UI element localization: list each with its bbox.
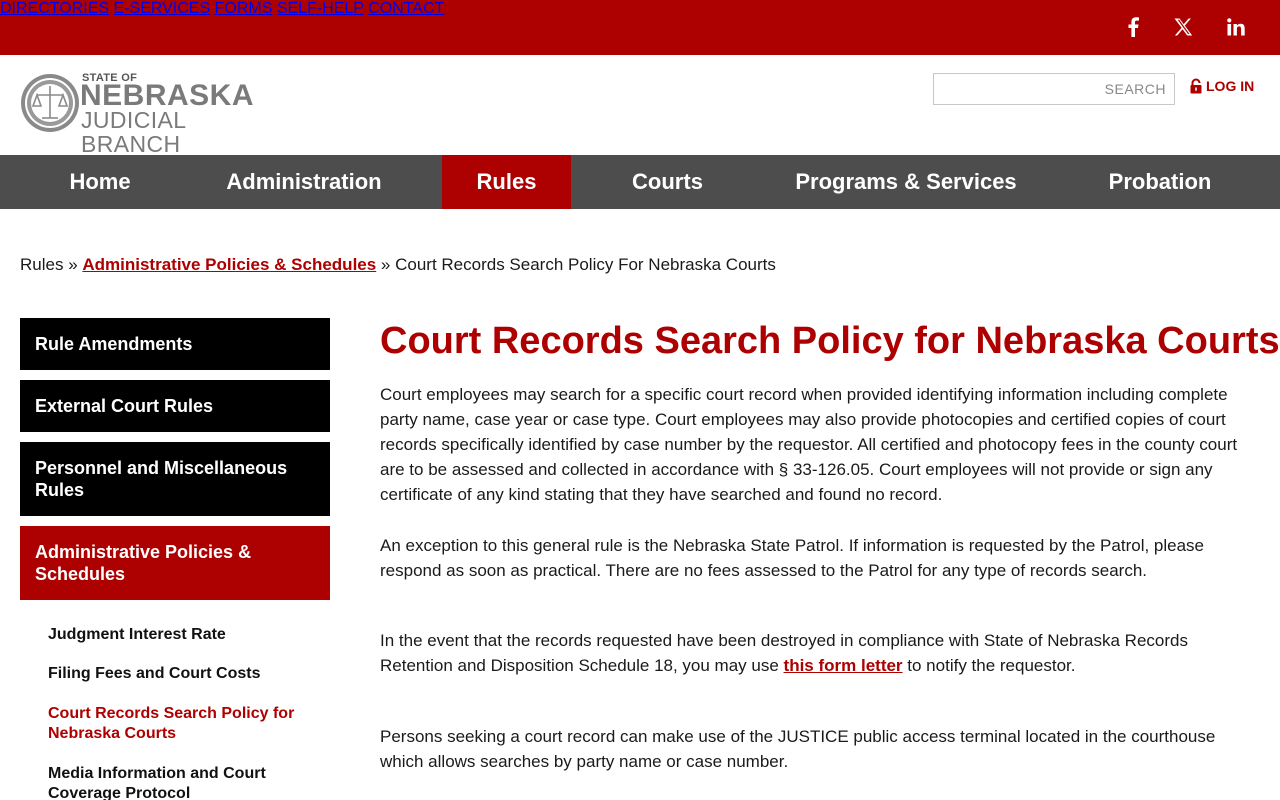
- contact-link[interactable]: CONTACT: [368, 0, 444, 17]
- policy-paragraph-3: In the event that the records requested …: [380, 628, 1260, 678]
- nav-courts[interactable]: Courts: [610, 155, 725, 209]
- sidebar-subitem-filing-fees[interactable]: Filing Fees and Court Costs: [48, 664, 318, 684]
- nav-programs-services[interactable]: Programs & Services: [780, 155, 1032, 209]
- utility-bar: DIRECTORIES E-SERVICES FORMS SELF-HELP C…: [0, 0, 1280, 55]
- policy-paragraph-4: Persons seeking a court record can make …: [380, 727, 1216, 771]
- nav-administration[interactable]: Administration: [208, 155, 400, 209]
- nav-rules[interactable]: Rules: [442, 155, 571, 209]
- breadcrumb: Rules » Administrative Policies & Schedu…: [20, 255, 776, 275]
- lock-icon: [1190, 78, 1202, 94]
- e-services-link[interactable]: E-SERVICES: [114, 0, 211, 17]
- directories-link[interactable]: DIRECTORIES: [0, 0, 109, 17]
- breadcrumb-separator: »: [63, 255, 83, 274]
- login-label: LOG IN: [1206, 78, 1255, 94]
- sidebar-item-rule-amendments[interactable]: Rule Amendments: [20, 318, 330, 370]
- sidebar-item-personnel-misc-rules[interactable]: Personnel and Miscellaneous Rules: [20, 442, 330, 516]
- form-letter-link[interactable]: this form letter: [784, 656, 903, 675]
- forms-link[interactable]: FORMS: [215, 0, 273, 17]
- sidebar-subitem-court-records-search[interactable]: Court Records Search Policy for Nebraska…: [48, 704, 318, 744]
- state-seal-icon: [21, 74, 79, 132]
- logo-judicial-branch: JUDICIAL BRANCH: [81, 107, 186, 157]
- nav-home[interactable]: Home: [35, 155, 165, 209]
- facebook-icon[interactable]: [1120, 14, 1146, 40]
- site-logo[interactable]: STATE OF NEBRASKA JUDICIAL BRANCH: [20, 72, 280, 156]
- login-link[interactable]: LOG IN: [1189, 78, 1254, 94]
- sidebar-item-administrative-policies[interactable]: Administrative Policies & Schedules: [20, 526, 330, 600]
- breadcrumb-parent-link[interactable]: Administrative Policies & Schedules: [82, 255, 376, 274]
- policy-paragraph-2: An exception to this general rule is the…: [380, 536, 1205, 580]
- breadcrumb-separator: »: [376, 255, 396, 274]
- paragraph-3-text-end: to notify the requestor.: [902, 656, 1076, 675]
- search-field[interactable]: [933, 73, 1175, 105]
- main-navigation: Home Administration Rules Courts Program…: [0, 155, 1280, 209]
- breadcrumb-root: Rules: [20, 255, 64, 274]
- search-input[interactable]: [934, 74, 1174, 104]
- x-icon[interactable]: [1170, 14, 1196, 40]
- breadcrumb-current: Court Records Search Policy For Nebraska…: [395, 255, 776, 274]
- sidebar-subitem-media-information[interactable]: Media Information and Court Coverage Pro…: [48, 764, 318, 800]
- page-title: Court Records Search Policy for Nebraska…: [380, 320, 1280, 362]
- sidebar-subitem-judgment-interest-rate[interactable]: Judgment Interest Rate: [48, 625, 318, 645]
- self-help-link[interactable]: SELF-HELP: [277, 0, 364, 17]
- nav-probation[interactable]: Probation: [1090, 155, 1230, 209]
- sidebar-item-external-court-rules[interactable]: External Court Rules: [20, 380, 330, 432]
- linkedin-icon[interactable]: [1223, 14, 1249, 40]
- policy-paragraph-1: Court employees may search for a specifi…: [380, 385, 1238, 504]
